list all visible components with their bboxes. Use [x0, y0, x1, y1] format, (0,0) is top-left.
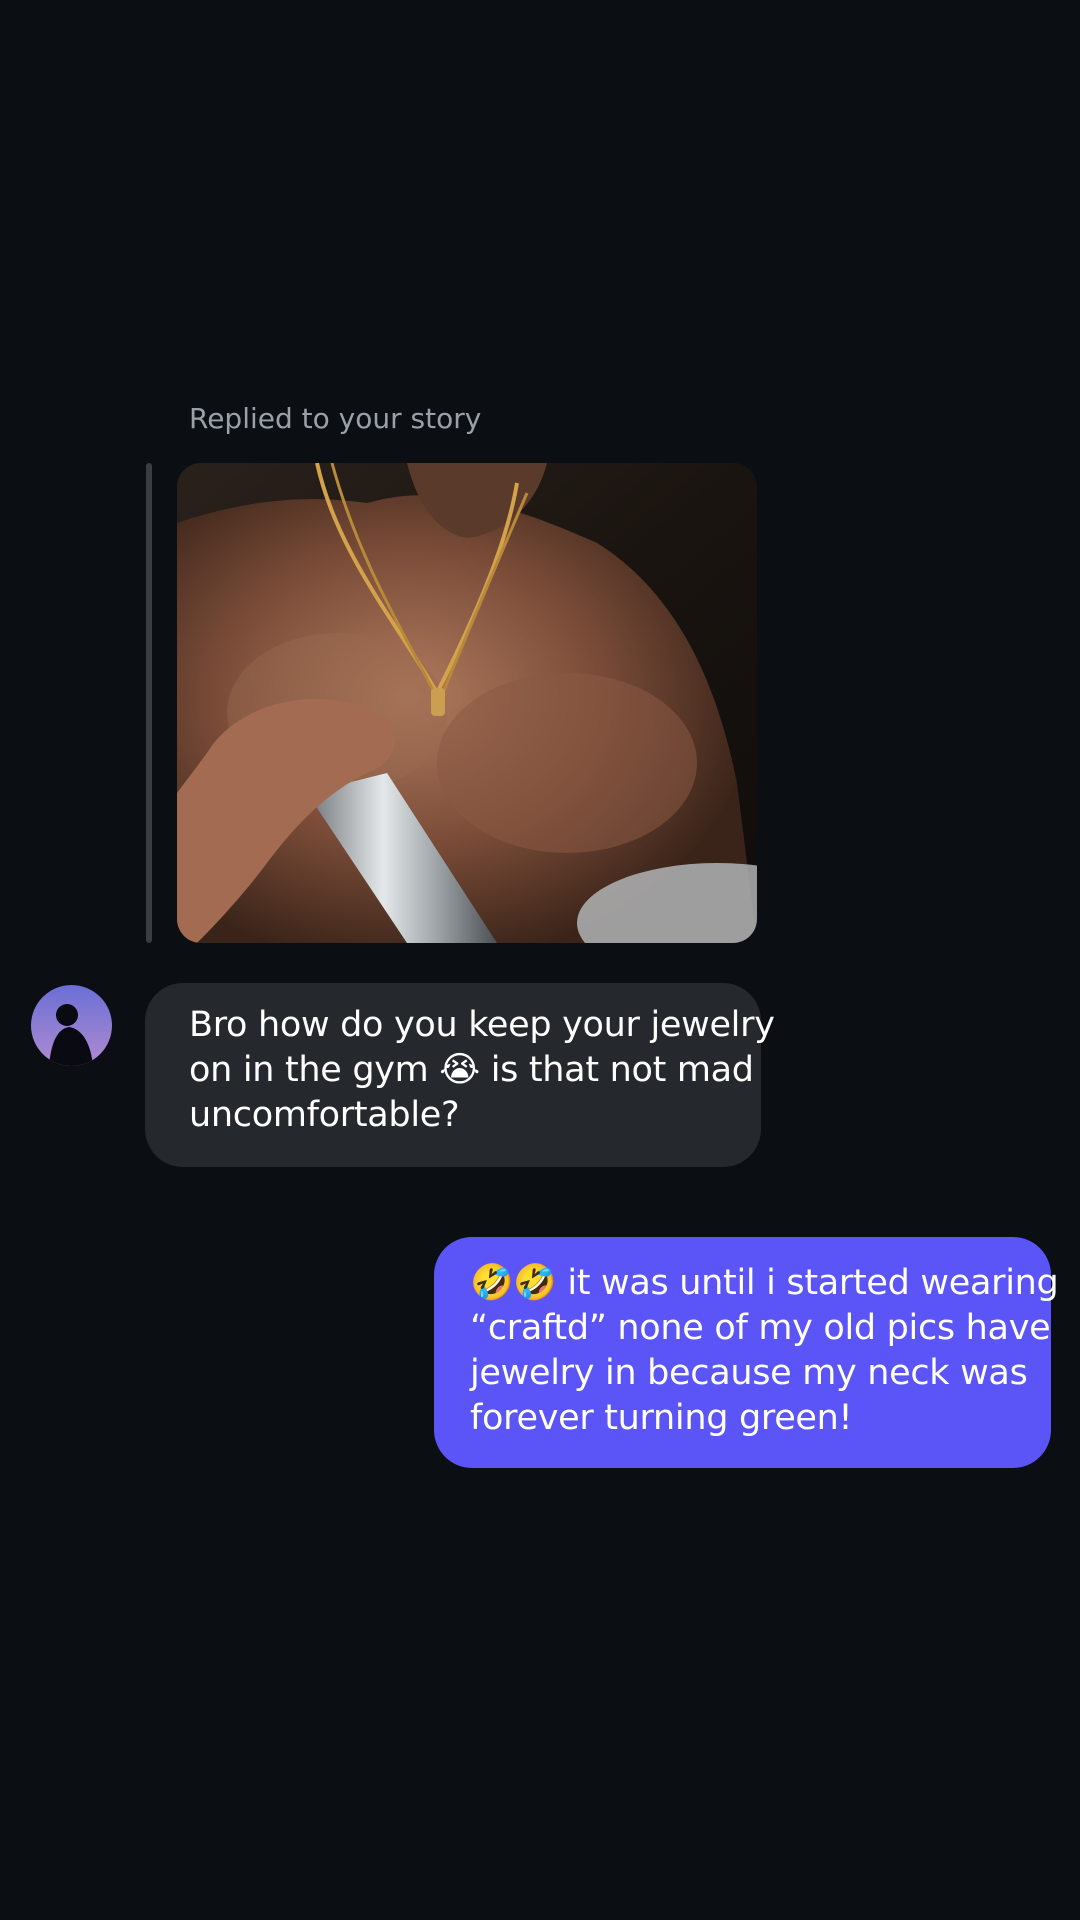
message-text-line: on in the gym 😭 is that not mad [189, 1050, 754, 1090]
incoming-message-bubble[interactable]: Bro how do you keep your jewelry on in t… [145, 983, 775, 1167]
message-text-line: jewelry in because my neck was [470, 1353, 1028, 1393]
story-photo [177, 463, 757, 943]
message-text-line: Bro how do you keep your jewelry [189, 1005, 775, 1045]
message-text-line: 🤣🤣 it was until i started wearing [470, 1263, 1059, 1303]
message-text-line: “craftd” none of my old pics have [470, 1308, 1051, 1348]
story-thumbnail[interactable] [177, 463, 757, 943]
sender-avatar[interactable] [31, 985, 112, 1066]
story-reply-indicator-bar [146, 463, 152, 943]
message-text-line: uncomfortable? [189, 1095, 460, 1135]
story-reply-label: Replied to your story [189, 402, 482, 435]
outgoing-message-bubble[interactable]: 🤣🤣 it was until i started wearing “craft… [434, 1237, 1059, 1468]
message-text-line: forever turning green! [470, 1398, 853, 1438]
person-silhouette-avatar-icon [31, 985, 112, 1066]
